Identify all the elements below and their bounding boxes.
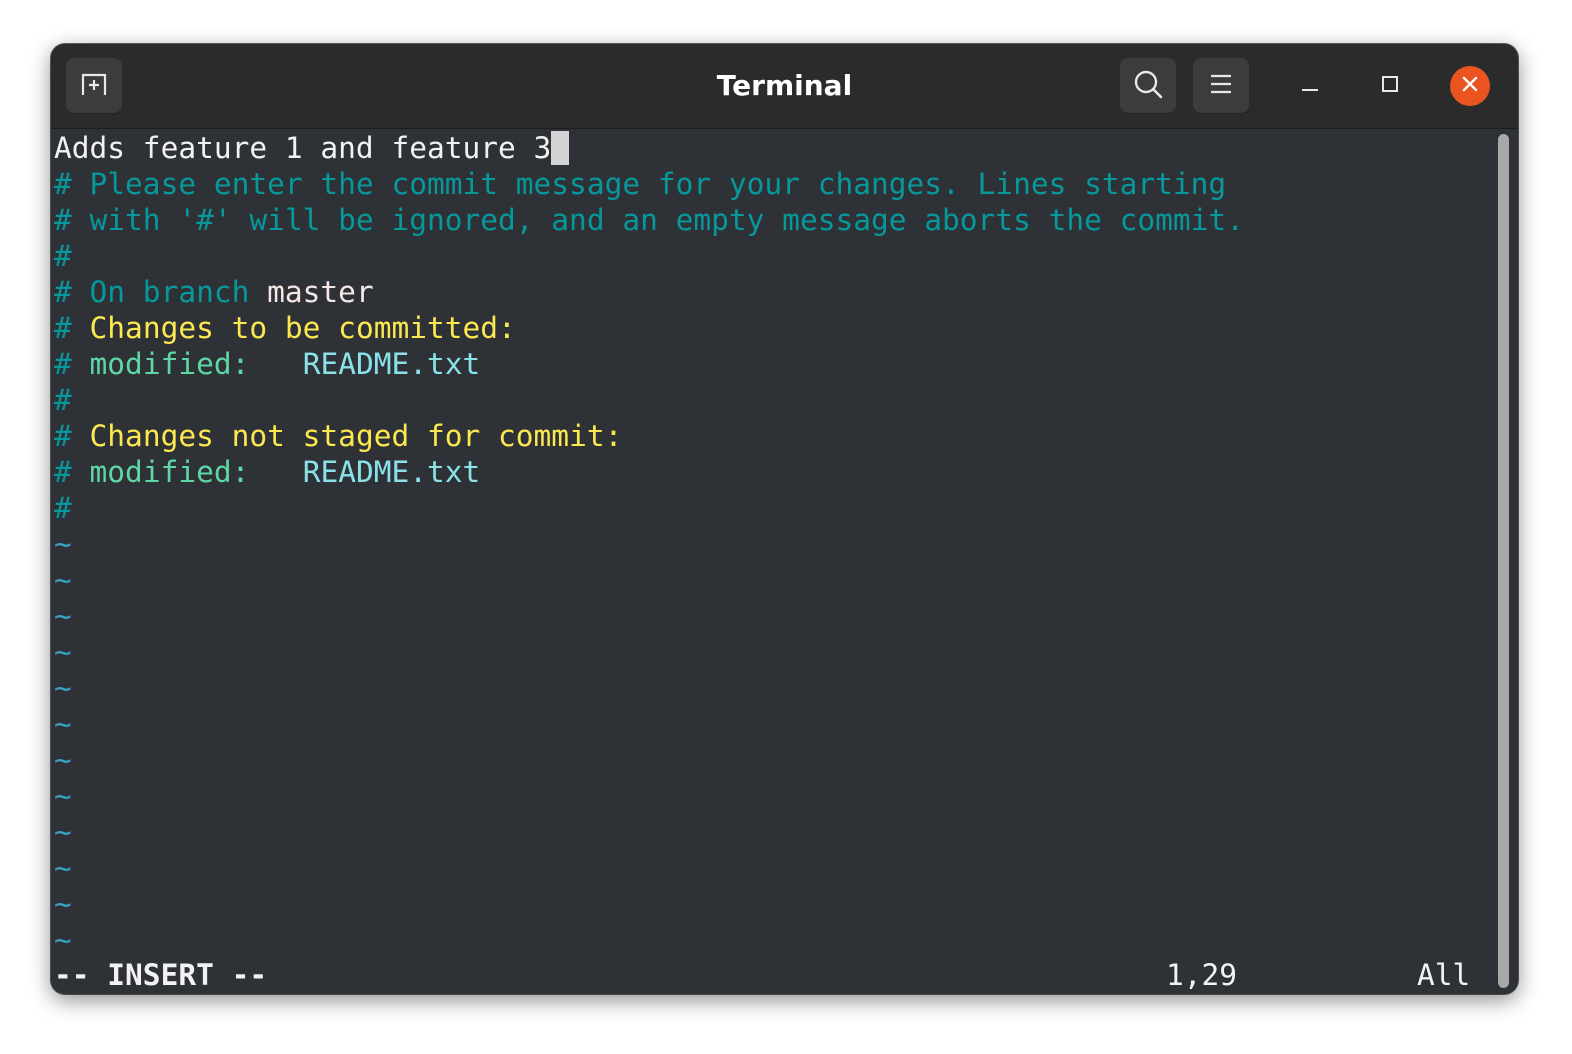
terminal-window: Terminal Adds feature 1 and feature 3 # … (51, 44, 1518, 994)
comment-line: # with '#' will be ignored, and an empty… (54, 203, 1244, 237)
branch-line: # On branch master (54, 274, 374, 310)
comment-line: # (54, 383, 72, 417)
scroll-position: All (1417, 958, 1471, 992)
terminal-content[interactable]: Adds feature 1 and feature 3 # Please en… (51, 129, 1491, 994)
empty-line-tilde: ~ (54, 599, 72, 633)
empty-line-tilde: ~ (54, 563, 72, 597)
search-button[interactable] (1120, 58, 1176, 114)
empty-line-tilde: ~ (54, 671, 72, 705)
commit-message-line[interactable]: Adds feature 1 and feature 3 (54, 130, 570, 166)
maximize-button[interactable] (1370, 66, 1410, 106)
cursor-position: 1,29 (1166, 958, 1238, 992)
comment-line: # Please enter the commit message for yo… (54, 167, 1227, 201)
modified-label: modified: (89, 347, 250, 381)
close-button[interactable] (1450, 66, 1490, 106)
comment-hash: # (54, 419, 90, 453)
unstaged-file-line: # modified: README.txt (54, 454, 480, 490)
comment-line: # (54, 239, 72, 273)
staged-header-line: # Changes to be committed: (54, 310, 516, 346)
empty-line-tilde: ~ (54, 635, 72, 669)
title-bar[interactable]: Terminal (51, 44, 1518, 129)
empty-line-tilde: ~ (54, 887, 72, 921)
empty-line-tilde: ~ (54, 707, 72, 741)
new-tab-icon (79, 69, 109, 103)
empty-line-tilde: ~ (54, 923, 72, 957)
staged-file-line: # modified: README.txt (54, 346, 480, 382)
empty-line-tilde: ~ (54, 815, 72, 849)
menu-button[interactable] (1193, 58, 1249, 114)
comment-hash: # (54, 311, 90, 345)
unstaged-file-name: README.txt (302, 455, 481, 489)
empty-line-tilde: ~ (54, 527, 72, 561)
modified-label: modified: (89, 455, 250, 489)
comment-hash: # (54, 455, 90, 489)
minimize-button[interactable] (1290, 66, 1330, 106)
vim-mode-indicator: -- INSERT -- (54, 958, 268, 992)
search-icon (1132, 68, 1164, 104)
comment-line: # (54, 491, 72, 525)
comment-hash: # (54, 347, 90, 381)
text-cursor (551, 131, 570, 165)
branch-prefix: # On branch (54, 275, 268, 309)
hamburger-menu-icon (1209, 73, 1233, 99)
staged-header: Changes to be committed: (89, 311, 516, 345)
staged-file-name: README.txt (302, 347, 481, 381)
close-icon (1460, 74, 1480, 98)
maximize-icon (1380, 74, 1400, 98)
commit-message-text: Adds feature 1 and feature 3 (54, 131, 552, 165)
unstaged-header: Changes not staged for commit: (89, 419, 623, 453)
unstaged-header-line: # Changes not staged for commit: (54, 418, 622, 454)
empty-line-tilde: ~ (54, 851, 72, 885)
new-tab-button[interactable] (66, 58, 122, 114)
scrollbar-thumb[interactable] (1498, 134, 1509, 988)
branch-name: master (267, 275, 374, 309)
empty-line-tilde: ~ (54, 743, 72, 777)
empty-line-tilde: ~ (54, 779, 72, 813)
scrollbar[interactable] (1491, 129, 1518, 994)
minimize-icon (1300, 74, 1320, 98)
